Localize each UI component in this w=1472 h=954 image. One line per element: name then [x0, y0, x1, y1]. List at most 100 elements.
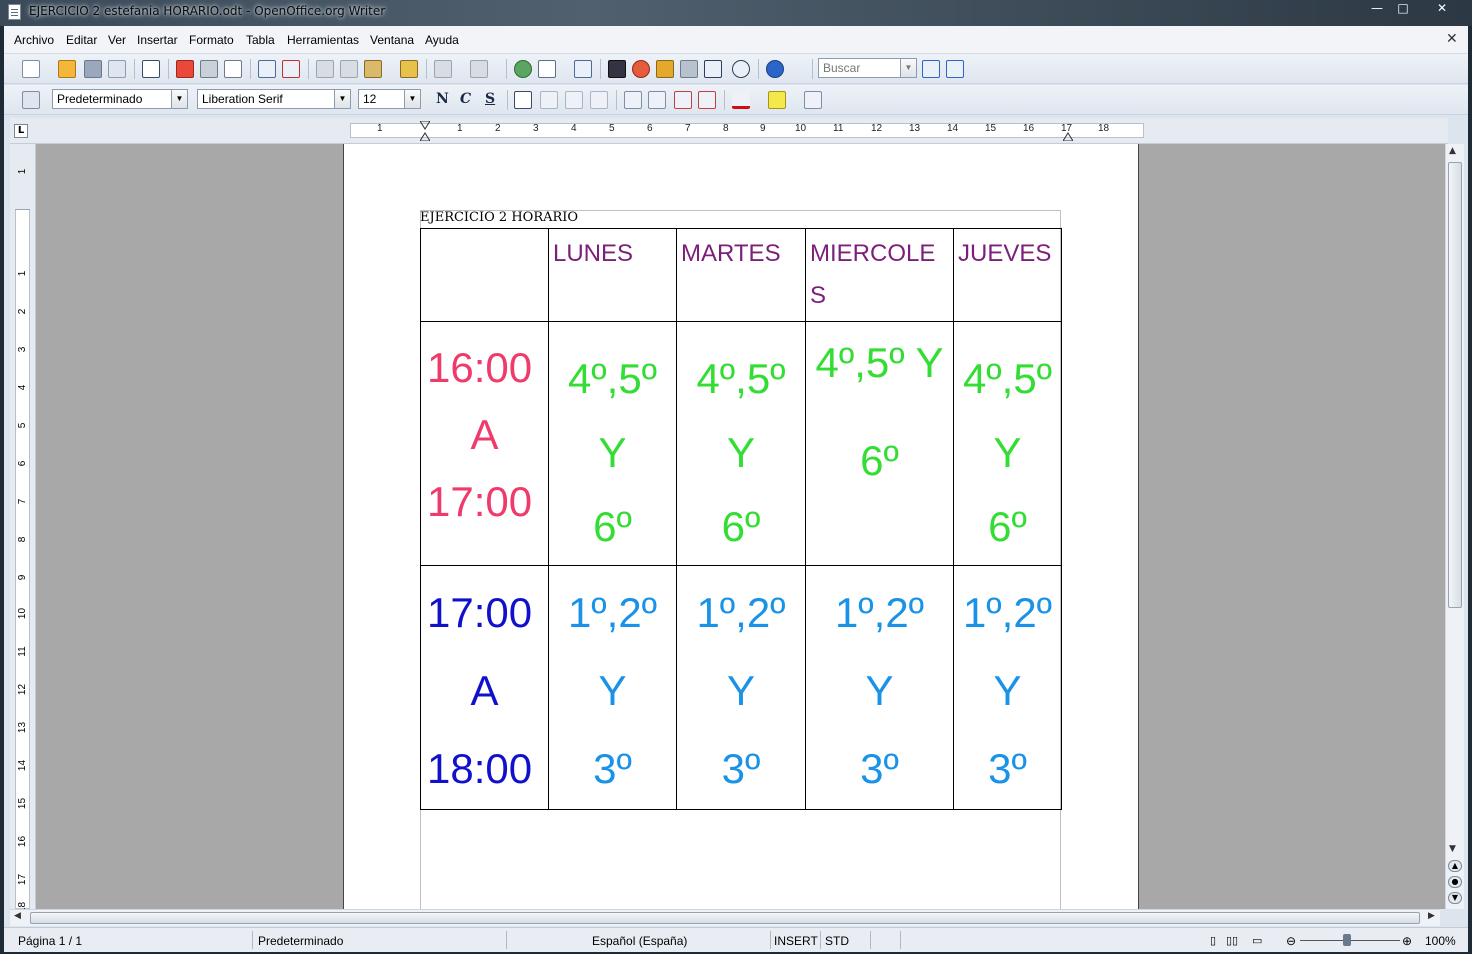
show-draw-functions-icon[interactable]	[574, 60, 592, 78]
autospellcheck-icon[interactable]	[282, 60, 300, 78]
font-color-icon[interactable]	[732, 91, 750, 109]
zoom-level[interactable]: 100%	[1425, 934, 1456, 948]
table-cell[interactable]: 17:00 A 18:00	[420, 565, 549, 810]
find-next-icon[interactable]	[922, 60, 940, 78]
edit-file-icon[interactable]	[142, 60, 160, 78]
navigation-icon[interactable]: ●	[1448, 876, 1462, 888]
zoom-icon[interactable]	[732, 60, 750, 78]
menu-archivo[interactable]: Archivo	[14, 33, 54, 47]
bullets-icon[interactable]	[648, 91, 666, 109]
export-pdf-icon[interactable]	[176, 60, 194, 78]
menu-ver[interactable]: Ver	[108, 33, 126, 47]
scroll-right-icon[interactable]: ▶	[1428, 911, 1435, 921]
table-cell[interactable]: 4º,5º Y 6º	[805, 321, 954, 566]
selection-mode-indicator[interactable]: STD	[825, 934, 849, 948]
formatting-marks-icon[interactable]	[704, 60, 722, 78]
bold-button[interactable]: N	[436, 91, 449, 107]
single-page-view-icon[interactable]: ▯	[1210, 934, 1216, 947]
page-indicator[interactable]: Página 1 / 1	[18, 934, 82, 948]
table-cell[interactable]: MARTES	[676, 228, 806, 322]
next-page-icon[interactable]: ▼	[1448, 892, 1462, 904]
insert-mode-indicator[interactable]: INSERT	[774, 934, 818, 948]
align-right-icon[interactable]	[565, 91, 583, 109]
previous-page-icon[interactable]: ▲	[1448, 860, 1462, 872]
menu-tabla[interactable]: Tabla	[246, 33, 275, 47]
underline-button[interactable]: S	[485, 91, 495, 107]
table-cell[interactable]: 4º,5º Y 6º	[548, 321, 677, 566]
horizontal-ruler[interactable]: L 1 1 2 3 4 5 6 7 8 9 10 11 12 13 14 15 …	[10, 118, 1448, 144]
left-indent-marker[interactable]	[420, 121, 430, 141]
table-cell[interactable]	[420, 228, 549, 322]
open-folder-icon[interactable]	[58, 60, 76, 78]
document-heading[interactable]: EJERCICIO 2 HORARIO	[420, 210, 578, 225]
data-sources-icon[interactable]	[680, 60, 698, 78]
table-cell[interactable]: 1º,2º Y 3º	[805, 565, 954, 810]
hyperlink-icon[interactable]	[514, 60, 532, 78]
find-replace-icon[interactable]	[608, 60, 626, 78]
zoom-in-icon[interactable]: ⊕	[1402, 934, 1412, 948]
clone-format-icon[interactable]	[400, 60, 418, 78]
close-document-icon[interactable]: ✕	[1446, 31, 1458, 47]
undo-icon[interactable]	[434, 60, 452, 78]
numbering-icon[interactable]	[624, 91, 642, 109]
find-previous-icon[interactable]	[946, 60, 964, 78]
search-input[interactable]: Buscar ▼	[818, 58, 917, 78]
menu-ayuda[interactable]: Ayuda	[425, 33, 459, 47]
spellcheck-icon[interactable]	[258, 60, 276, 78]
document-page[interactable]: EJERCICIO 2 HORARIO LUNES MARTES MIERCOL…	[343, 144, 1139, 909]
scroll-left-icon[interactable]: ◀	[14, 911, 21, 921]
styles-formatting-icon[interactable]	[22, 91, 40, 109]
table-cell[interactable]: 16:00 A 17:00	[420, 321, 549, 566]
tab-type-button[interactable]: L	[14, 124, 28, 138]
minimize-button[interactable]: —	[1364, 0, 1390, 18]
right-indent-marker[interactable]	[1063, 121, 1073, 141]
table-cell[interactable]: 1º,2º Y 3º	[953, 565, 1062, 810]
chevron-down-icon[interactable]: ▼	[171, 90, 187, 108]
font-size-select[interactable]: 12 ▼	[358, 89, 421, 109]
table-cell[interactable]: JUEVES	[953, 228, 1062, 322]
chevron-down-icon[interactable]: ▼	[334, 90, 350, 108]
book-view-icon[interactable]: ▭	[1252, 934, 1262, 947]
vertical-scrollbar[interactable]: ▲ ▼ ▲ ● ▼	[1445, 144, 1464, 909]
cut-icon[interactable]	[316, 60, 334, 78]
increase-indent-icon[interactable]	[698, 91, 716, 109]
chevron-down-icon[interactable]: ▼	[900, 59, 916, 77]
menu-insertar[interactable]: Insertar	[137, 33, 178, 47]
navigator-icon[interactable]	[632, 60, 650, 78]
horizontal-scroll-thumb[interactable]	[30, 912, 1420, 924]
menu-ventana[interactable]: Ventana	[370, 33, 414, 47]
paste-icon[interactable]	[364, 60, 382, 78]
font-name-select[interactable]: Liberation Serif ▼	[197, 89, 351, 109]
gallery-icon[interactable]	[656, 60, 674, 78]
redo-icon[interactable]	[470, 60, 488, 78]
table-cell[interactable]: 1º,2º Y 3º	[548, 565, 677, 810]
schedule-table[interactable]: LUNES MARTES MIERCOLE S JUEVES 16:00 A 1…	[420, 228, 1062, 810]
justify-icon[interactable]	[590, 91, 608, 109]
table-cell[interactable]: 4º,5º Y 6º	[953, 321, 1062, 566]
help-icon[interactable]	[766, 60, 784, 78]
print-icon[interactable]	[200, 60, 218, 78]
scroll-up-icon[interactable]: ▲	[1449, 146, 1456, 156]
horizontal-scrollbar[interactable]: ◀ ▶	[10, 909, 1440, 926]
copy-icon[interactable]	[340, 60, 358, 78]
maximize-button[interactable]: □	[1390, 0, 1416, 18]
vertical-scroll-thumb[interactable]	[1448, 162, 1462, 608]
align-left-icon[interactable]	[514, 91, 532, 109]
language-indicator[interactable]: Español (España)	[592, 934, 687, 948]
table-icon[interactable]	[538, 60, 556, 78]
multi-page-view-icon[interactable]: ▯▯	[1226, 934, 1238, 947]
decrease-indent-icon[interactable]	[674, 91, 692, 109]
table-cell[interactable]: 4º,5º Y 6º	[676, 321, 806, 566]
print-preview-icon[interactable]	[224, 60, 242, 78]
vertical-ruler[interactable]: 1 1 2 3 4 5 6 7 8 9 10 11 12 13 14 15 16…	[10, 144, 36, 913]
menu-herramientas[interactable]: Herramientas	[287, 33, 359, 47]
menu-formato[interactable]: Formato	[189, 33, 234, 47]
menu-editar[interactable]: Editar	[66, 33, 97, 47]
chevron-down-icon[interactable]: ▼	[404, 90, 420, 108]
italic-button[interactable]: C	[460, 91, 471, 107]
table-cell[interactable]: MIERCOLE S	[805, 228, 954, 322]
scroll-down-icon[interactable]: ▼	[1449, 844, 1456, 854]
highlighting-icon[interactable]	[768, 91, 786, 109]
new-document-icon[interactable]	[22, 60, 40, 78]
align-center-icon[interactable]	[540, 91, 558, 109]
